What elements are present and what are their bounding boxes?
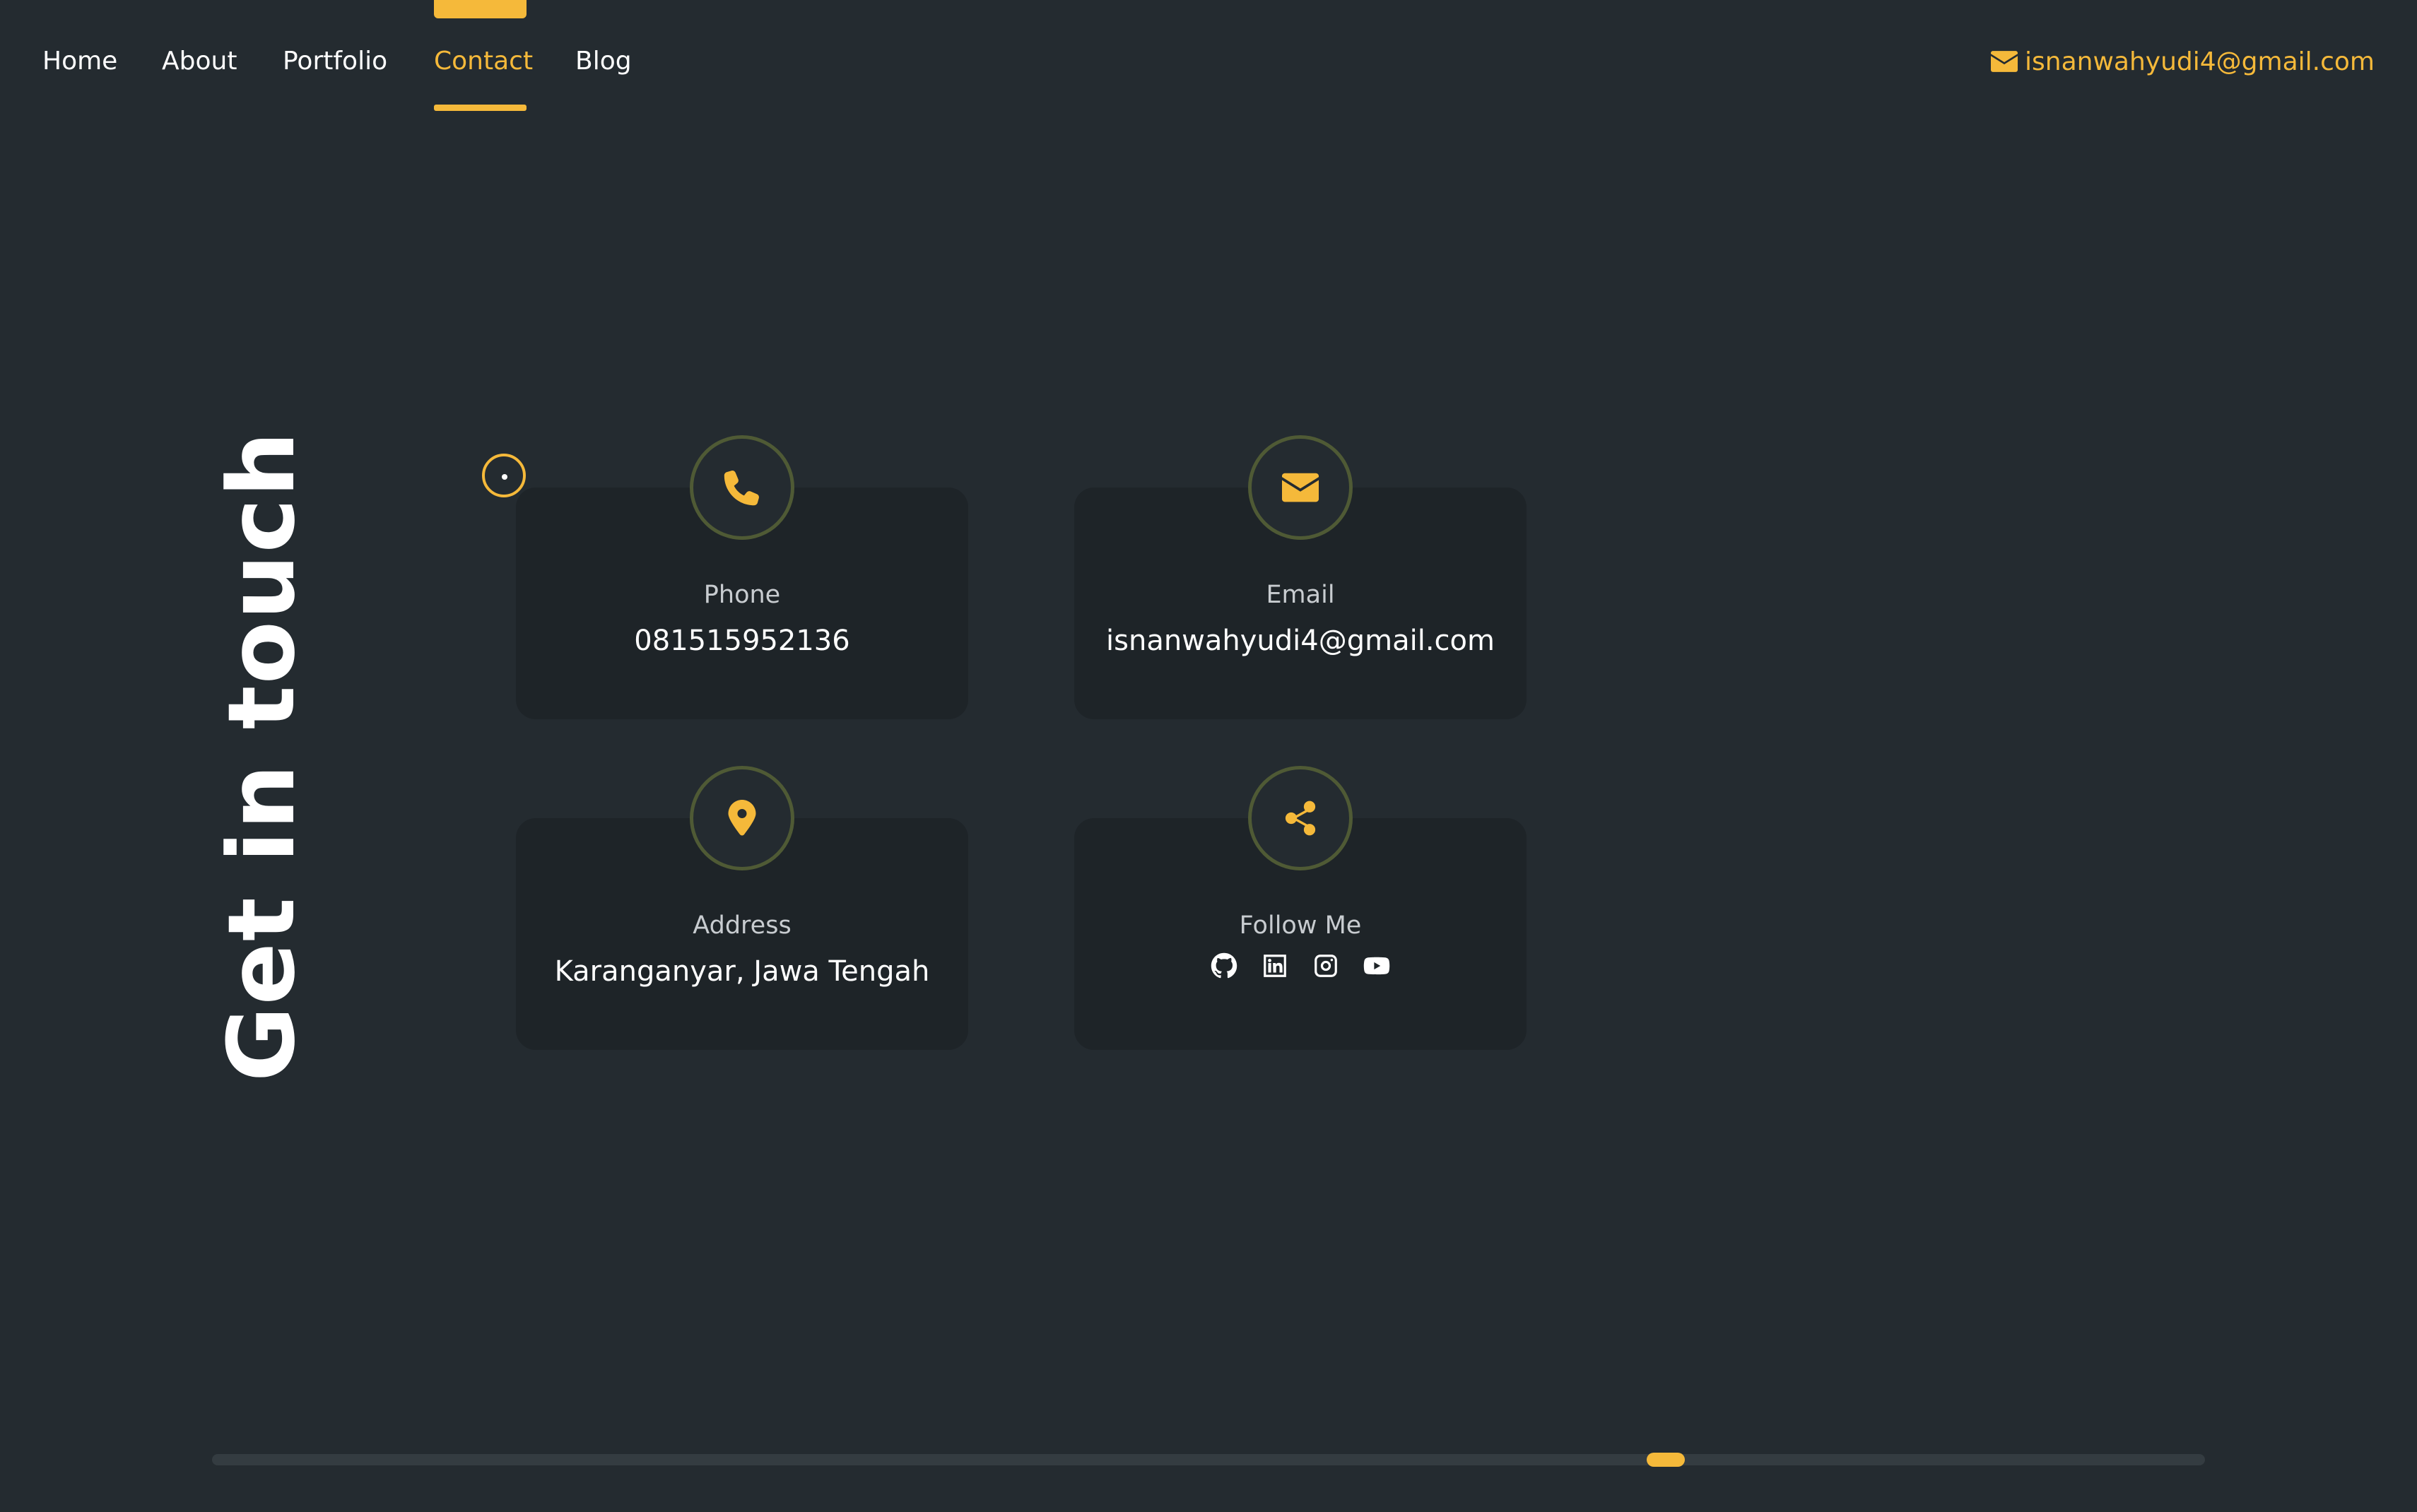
nav-portfolio[interactable]: Portfolio <box>283 44 387 79</box>
phone-label: Phone <box>703 581 781 609</box>
youtube-icon <box>1363 957 1390 975</box>
follow-label: Follow Me <box>1239 911 1362 940</box>
nav-contact[interactable]: Contact <box>434 44 533 79</box>
address-label: Address <box>693 911 792 940</box>
email-card: Email isnanwahyudi4@gmail.com <box>1074 435 1527 719</box>
email-value[interactable]: isnanwahyudi4@gmail.com <box>1074 625 1527 657</box>
follow-badge <box>1248 766 1353 870</box>
nav-email-link[interactable]: isnanwahyudi4@gmail.com <box>1991 44 2375 79</box>
social-links <box>1074 952 1527 979</box>
address-badge <box>690 766 794 870</box>
phone-icon <box>724 471 759 506</box>
envelope-icon <box>1282 473 1319 502</box>
envelope-icon <box>1991 51 2018 72</box>
linkedin-icon <box>1264 955 1286 977</box>
top-navbar: Home About Portfolio Contact Blog isnanw… <box>0 0 2417 120</box>
nav-email-text: isnanwahyudi4@gmail.com <box>2025 47 2375 76</box>
nav-home[interactable]: Home <box>42 44 117 79</box>
horizontal-scrollbar-thumb[interactable] <box>1647 1453 1685 1467</box>
instagram-icon <box>1315 955 1337 977</box>
phone-badge <box>690 435 794 540</box>
phone-card: Phone 081515952136 <box>516 435 968 719</box>
github-icon <box>1211 952 1237 979</box>
email-label: Email <box>1266 581 1335 609</box>
nav-blog[interactable]: Blog <box>575 44 632 79</box>
nav-about[interactable]: About <box>162 44 237 79</box>
email-badge <box>1248 435 1353 540</box>
github-link[interactable] <box>1211 952 1237 979</box>
instagram-link[interactable] <box>1312 952 1339 979</box>
share-icon <box>1285 801 1316 836</box>
map-pin-icon <box>728 800 756 836</box>
horizontal-scrollbar-track[interactable] <box>212 1454 2205 1465</box>
section-title: Get in touch <box>208 430 315 1082</box>
active-tab-top-indicator <box>434 0 527 18</box>
custom-cursor-dot <box>502 474 507 480</box>
follow-card: Follow Me <box>1074 766 1527 1050</box>
address-value: Karanganyar, Jawa Tengah <box>554 955 930 988</box>
youtube-link[interactable] <box>1363 952 1390 979</box>
linkedin-link[interactable] <box>1262 952 1288 979</box>
active-tab-underline <box>434 105 527 111</box>
address-card: Address Karanganyar, Jawa Tengah <box>516 766 968 1050</box>
phone-value: 081515952136 <box>634 625 850 657</box>
